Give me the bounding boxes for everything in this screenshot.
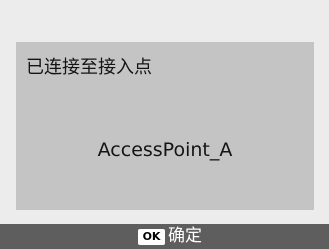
footer-bar: OK 确定: [0, 224, 329, 249]
connection-dialog: 已连接至接入点 AccessPoint_A: [16, 42, 314, 210]
dialog-title: 已连接至接入点: [26, 57, 152, 78]
ok-confirm-button[interactable]: OK 确定: [138, 227, 202, 246]
ok-key-icon: OK: [138, 228, 165, 245]
access-point-name: AccessPoint_A: [97, 139, 233, 161]
camera-screen: 已连接至接入点 AccessPoint_A OK 确定: [0, 0, 329, 249]
ok-action-label: 确定: [168, 226, 202, 246]
